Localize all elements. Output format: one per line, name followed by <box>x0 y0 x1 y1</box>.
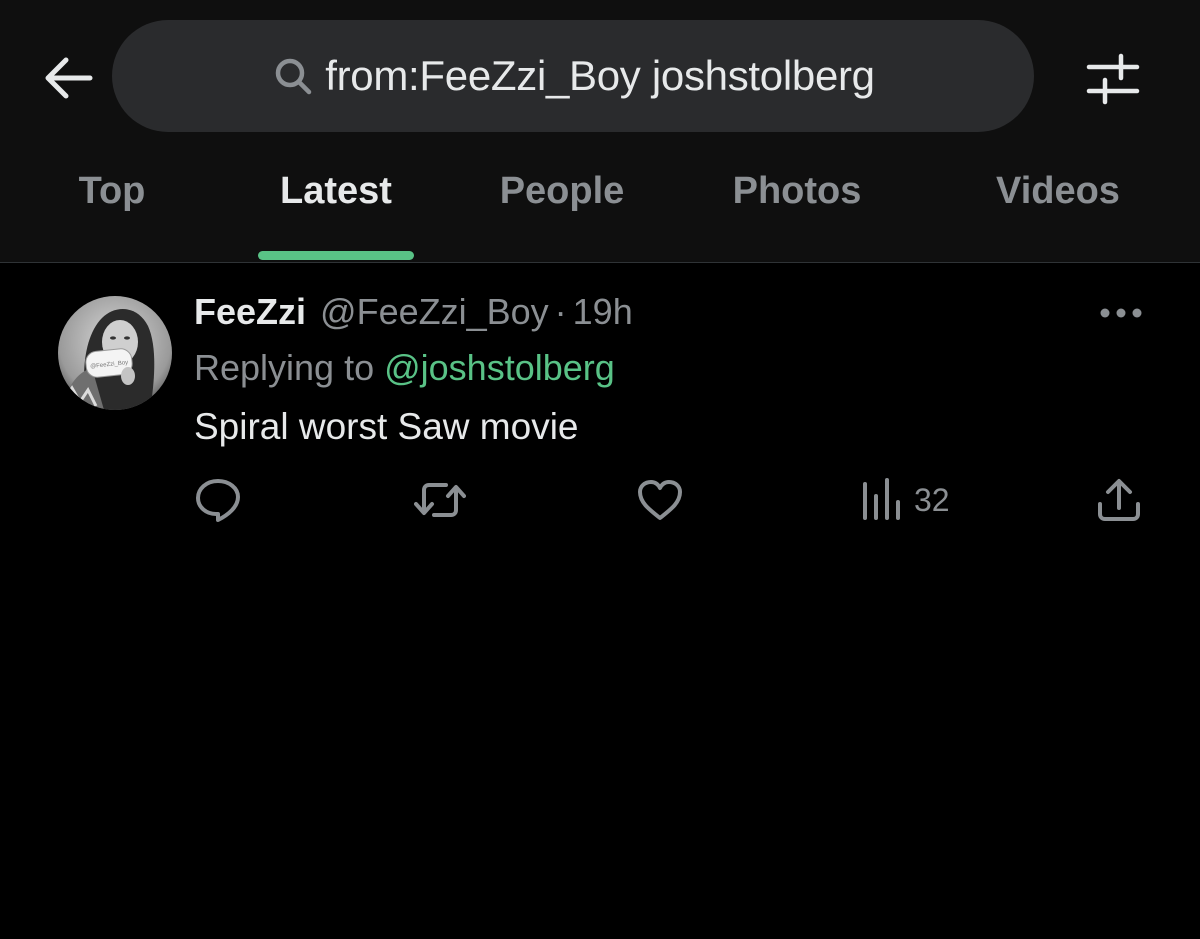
reply-icon <box>196 479 240 522</box>
active-tab-indicator <box>258 251 414 260</box>
retweet-button[interactable] <box>414 476 466 524</box>
retweet-icon <box>414 483 466 517</box>
replying-to-label: Replying to <box>194 347 375 388</box>
views-bar-chart-icon <box>863 478 900 520</box>
search-filters-button[interactable] <box>1078 44 1148 114</box>
tab-photos[interactable]: Photos <box>716 170 878 262</box>
search-icon <box>271 54 315 98</box>
heart-icon <box>638 480 682 520</box>
views-button[interactable]: 32 <box>860 476 950 524</box>
tab-people[interactable]: People <box>484 170 640 262</box>
tab-top[interactable]: Top <box>60 170 164 262</box>
tab-latest[interactable]: Latest <box>258 170 414 262</box>
sliders-icon <box>1086 53 1140 105</box>
more-dots-icon <box>1100 308 1142 318</box>
replying-to-line: Replying to @joshstolberg <box>194 344 615 392</box>
share-button[interactable] <box>1096 476 1142 524</box>
search-header: from:FeeZzi_Boy joshstolberg Top Latest … <box>0 0 1200 263</box>
tweet-body-text: Spiral worst Saw movie <box>194 406 579 447</box>
arrow-left-icon <box>45 57 93 99</box>
search-input[interactable]: from:FeeZzi_Boy joshstolberg <box>112 20 1034 132</box>
share-upload-icon <box>1098 479 1140 521</box>
tab-videos[interactable]: Videos <box>976 170 1140 262</box>
tweet-timestamp[interactable]: 19h <box>573 291 633 333</box>
reply-button[interactable] <box>194 476 242 524</box>
more-options-button[interactable] <box>1094 296 1148 330</box>
like-button[interactable] <box>636 476 684 524</box>
author-display-name[interactable]: FeeZzi <box>194 291 306 333</box>
separator-dot: · <box>554 291 567 332</box>
avatar[interactable]: @FeeZzi_Boy <box>58 296 172 410</box>
back-button[interactable] <box>36 46 100 110</box>
profile-photo: @FeeZzi_Boy <box>58 296 172 410</box>
tweet-header: FeeZzi @FeeZzi_Boy · 19h <box>194 288 633 336</box>
author-handle[interactable]: @FeeZzi_Boy <box>320 291 549 333</box>
replying-to-mention-link[interactable]: @joshstolberg <box>384 347 615 389</box>
views-count: 32 <box>914 481 950 518</box>
search-query-text: from:FeeZzi_Boy joshstolberg <box>325 52 875 99</box>
